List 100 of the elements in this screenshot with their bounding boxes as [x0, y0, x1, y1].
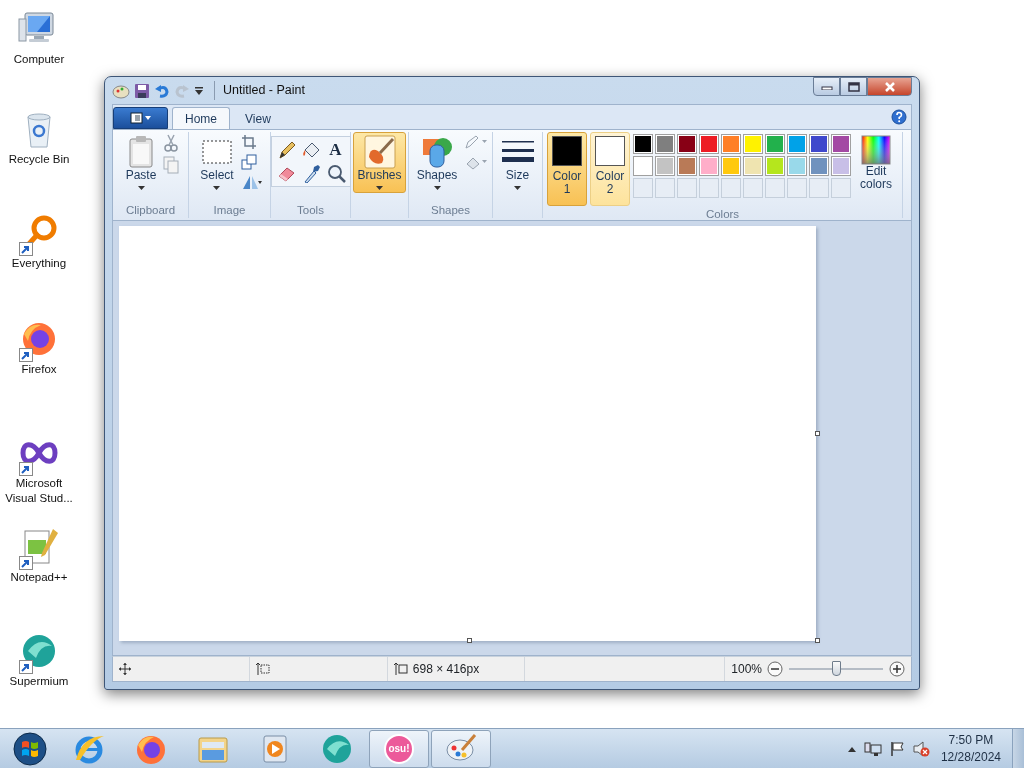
zoom-out-button[interactable] — [767, 661, 783, 677]
color-swatch[interactable] — [633, 156, 653, 176]
zoom-level-text: 100% — [731, 661, 762, 678]
shapes-button[interactable]: Shapes — [412, 132, 462, 193]
app-icon: osu! — [384, 733, 414, 764]
color-swatch[interactable] — [677, 134, 697, 154]
selection-size-icon — [256, 662, 271, 676]
resize-icon[interactable] — [240, 154, 257, 170]
color-slot-button[interactable]: Color 1 — [547, 132, 587, 206]
outline-icon[interactable] — [464, 134, 489, 150]
color-swatch[interactable] — [721, 134, 741, 154]
color-swatch[interactable] — [831, 134, 851, 154]
taskbar-button[interactable] — [431, 729, 491, 768]
maximize-icon — [847, 81, 860, 92]
empty-swatch[interactable] — [655, 178, 675, 198]
crop-icon[interactable] — [240, 134, 257, 150]
group-label: Tools — [296, 203, 325, 218]
empty-swatch[interactable] — [765, 178, 785, 198]
color-swatch[interactable] — [809, 156, 829, 176]
resize-handle[interactable] — [815, 430, 820, 436]
edit-colors-button[interactable]: Edit colors — [854, 132, 898, 194]
brushes-button[interactable]: Brushes — [353, 132, 406, 193]
desktop-icon-label[interactable]: Supermium — [9, 674, 69, 689]
empty-swatch[interactable] — [831, 178, 851, 198]
empty-swatch[interactable] — [699, 178, 719, 198]
desktop-icon-label[interactable]: Notepad++ — [10, 570, 68, 585]
color-swatch[interactable] — [765, 134, 785, 154]
minimize-button[interactable] — [813, 77, 840, 96]
canvas-size-icon — [393, 662, 408, 676]
dropdown-icon[interactable] — [194, 85, 204, 96]
color-swatch[interactable] — [699, 134, 719, 154]
desktop-icon-label[interactable]: Firefox — [21, 362, 57, 377]
caret-icon — [137, 186, 145, 190]
rainbow-icon — [861, 135, 891, 165]
scissors-icon[interactable] — [163, 134, 180, 152]
color-swatch[interactable] — [787, 156, 807, 176]
speaker-icon[interactable] — [911, 740, 930, 757]
minimize-icon — [820, 83, 833, 90]
desktop-icon-label[interactable]: Everything — [11, 256, 67, 271]
resize-handle[interactable] — [815, 638, 820, 643]
color-swatch[interactable] — [809, 134, 829, 154]
paste-button[interactable]: Paste — [121, 132, 161, 193]
size-button[interactable]: Size — [497, 132, 538, 193]
ribbon-tab[interactable]: View — [232, 107, 284, 129]
clock-time: 7:50 PM — [948, 731, 994, 749]
color-swatch[interactable] — [743, 134, 763, 154]
help-icon[interactable] — [891, 109, 907, 125]
close-icon — [883, 81, 896, 92]
color-swatch[interactable] — [633, 134, 653, 154]
select-button[interactable]: Select — [196, 132, 238, 193]
move-cursor-icon — [119, 663, 131, 675]
clock[interactable]: 7:50 PM 12/28/2024 — [936, 731, 1005, 766]
color-swatch[interactable] — [677, 156, 697, 176]
minus-icon — [767, 661, 783, 677]
empty-swatch[interactable] — [743, 178, 763, 198]
save-icon[interactable] — [134, 82, 150, 99]
caret-icon — [376, 186, 383, 190]
color-slot-button[interactable]: Color 2 — [590, 132, 630, 206]
color-swatch[interactable] — [787, 134, 807, 154]
empty-swatch[interactable] — [721, 178, 741, 198]
canvas-size-text: 698 × 416px — [412, 661, 480, 678]
zoom-in-button[interactable] — [889, 661, 905, 677]
ribbon-tab[interactable]: Home — [172, 107, 230, 129]
empty-swatch[interactable] — [677, 178, 697, 198]
color-swatch[interactable] — [699, 156, 719, 176]
show-desktop-button[interactable] — [1012, 729, 1024, 768]
caret-icon — [514, 186, 521, 190]
maximize-button[interactable] — [840, 77, 867, 96]
paintbrush-icon — [363, 135, 396, 169]
desktop-icon-label[interactable]: Microsoft Visual Stud... — [0, 476, 78, 506]
app-menu-button[interactable] — [113, 107, 168, 129]
clock-date: 12/28/2024 — [940, 748, 1001, 766]
empty-swatch[interactable] — [809, 178, 829, 198]
network-icon[interactable] — [863, 740, 882, 757]
window-title: Untitled - Paint — [214, 81, 305, 100]
group-label: Shapes — [430, 203, 471, 218]
color-swatch[interactable] — [831, 156, 851, 176]
clipboard-icon — [126, 135, 156, 169]
desktop-icon-label[interactable]: Recycle Bin — [8, 152, 70, 167]
empty-swatch[interactable] — [787, 178, 807, 198]
close-button[interactable] — [867, 77, 912, 96]
desktop-icon-label[interactable]: Computer — [13, 52, 65, 67]
color-swatch[interactable] — [655, 134, 675, 154]
color-swatch[interactable] — [743, 156, 763, 176]
start-orb-icon — [13, 731, 47, 766]
plus-icon — [889, 661, 905, 677]
color-swatch[interactable] — [721, 156, 741, 176]
caret-icon — [433, 186, 441, 190]
empty-swatch[interactable] — [633, 178, 653, 198]
paint-bucket-icon[interactable] — [300, 140, 321, 160]
color-swatch[interactable] — [765, 156, 785, 176]
search-icon[interactable] — [325, 163, 346, 183]
resize-handle[interactable] — [466, 638, 472, 643]
slider-thumb[interactable] — [832, 660, 841, 676]
text-tool[interactable]: A — [329, 140, 342, 160]
menu-icon — [129, 112, 152, 124]
shapes-icon — [421, 135, 453, 169]
flag-icon[interactable] — [888, 740, 905, 757]
color-swatch[interactable] — [655, 156, 675, 176]
rotate-icon[interactable] — [240, 174, 263, 190]
